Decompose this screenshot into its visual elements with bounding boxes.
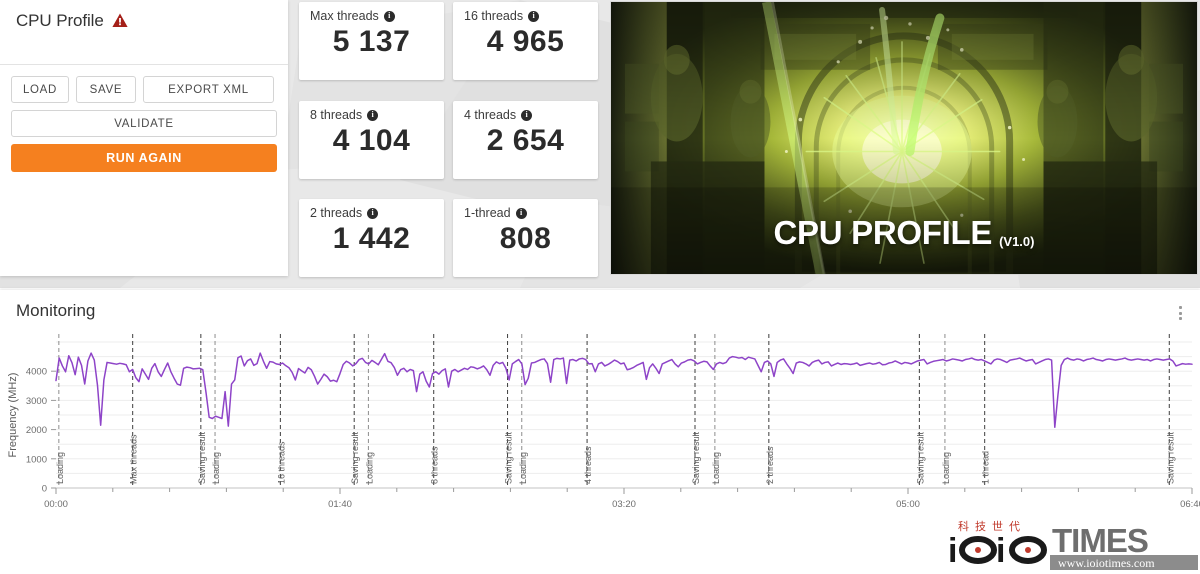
y-tick-label: 2000 (26, 425, 47, 436)
event-marker-label: Saving result (1165, 431, 1175, 484)
score-card-label-text: 2 threads (310, 206, 363, 220)
score-card-value: 4 965 (486, 25, 565, 58)
score-card-16-threads[interactable]: 16 threads i 4 965 (453, 2, 598, 80)
y-axis-title: Frequency (MHz) (7, 373, 19, 458)
event-marker-label: 4 threads (583, 446, 593, 484)
event-marker-label: Loading (211, 452, 221, 484)
top-section: CPU Profile LOAD SAVE EXPORT XML VALIDAT… (0, 0, 1200, 288)
event-marker-label: Saving result (915, 431, 925, 484)
kebab-menu-icon[interactable] (1172, 304, 1188, 322)
x-tick-label: 01:40 (328, 499, 352, 510)
info-icon[interactable]: i (367, 109, 379, 121)
info-icon[interactable]: i (515, 207, 527, 219)
action-button-row: LOAD SAVE EXPORT XML (11, 76, 277, 103)
svg-text:i: i (996, 532, 1005, 570)
score-card-label-text: 4 threads (464, 108, 517, 122)
score-card-value: 808 (499, 222, 552, 255)
score-card-value: 4 104 (332, 124, 411, 157)
x-tick-label: 05:00 (896, 499, 920, 510)
chart-svg: 0 1000 2000 3000 4000 Frequency (MHz) 00:00 01:… (7, 334, 1200, 510)
watermark-ioio-logo: i i (948, 532, 1047, 570)
score-card-label-text: 16 threads (464, 9, 524, 23)
score-card-label: Max threads i (310, 9, 444, 23)
event-marker-label: 16 threads (276, 441, 286, 484)
load-button[interactable]: LOAD (11, 76, 69, 103)
score-card-2-threads[interactable]: 2 threads i 1 442 (299, 199, 444, 277)
event-marker-label: 2 threads (765, 446, 775, 484)
score-card-label-text: Max threads (310, 9, 379, 23)
score-card-4-threads[interactable]: 4 threads i 2 654 (453, 101, 598, 179)
monitoring-title: Monitoring (16, 301, 96, 320)
event-marker-label: Saving result (350, 431, 360, 484)
validate-button[interactable]: VALIDATE (11, 110, 277, 137)
score-card-value: 2 654 (486, 124, 565, 157)
event-marker-label: Loading (941, 452, 951, 484)
event-marker-label: Loading (711, 452, 721, 484)
svg-text:i: i (948, 532, 957, 570)
y-tick-label: 0 (42, 484, 47, 495)
page-title: CPU Profile (16, 11, 104, 30)
warning-triangle-icon (112, 13, 128, 33)
save-button[interactable]: SAVE (76, 76, 136, 103)
score-card-label: 16 threads i (464, 9, 598, 23)
hero-title-group: CPU PROFILE (V1.0) (611, 214, 1197, 252)
monitoring-panel: Monitoring 0 1000 2000 3000 4000 Frequency (M… (0, 290, 1200, 574)
event-marker-label: Saving result (197, 431, 207, 484)
result-panel-header: CPU Profile (0, 0, 288, 65)
event-marker-label: Max threads (129, 434, 139, 484)
score-card-8-threads[interactable]: 8 threads i 4 104 (299, 101, 444, 179)
event-marker-label: Saving result (504, 431, 514, 484)
export-xml-button[interactable]: EXPORT XML (143, 76, 274, 103)
score-card-value: 5 137 (332, 25, 411, 58)
monitoring-chart[interactable]: 0 1000 2000 3000 4000 Frequency (MHz) 00:00 01:… (0, 328, 1200, 528)
event-marker-label: Loading (364, 452, 374, 484)
score-card-1-thread[interactable]: 1-thread i 808 (453, 199, 598, 277)
event-marker-label: Loading (518, 452, 528, 484)
y-tick-label: 1000 (26, 454, 47, 465)
score-card-label: 1-thread i (464, 206, 598, 220)
score-card-label: 4 threads i (464, 108, 598, 122)
event-marker-label: Saving result (691, 431, 701, 484)
info-icon[interactable]: i (367, 207, 379, 219)
frequency-line (55, 352, 1193, 429)
info-icon[interactable]: i (521, 109, 533, 121)
x-tick-label: 06:40 (1180, 499, 1200, 510)
x-tick-label: 00:00 (44, 499, 68, 510)
result-panel-actions: LOAD SAVE EXPORT XML VALIDATE RUN AGAIN (0, 65, 288, 172)
score-card-label-text: 8 threads (310, 108, 363, 122)
score-card-label: 2 threads i (310, 206, 444, 220)
info-icon[interactable]: i (528, 10, 540, 22)
score-card-grid: Max threads i 5 137 16 threads i 4 965 8… (299, 0, 601, 277)
score-card-label-text: 1-thread (464, 206, 511, 220)
hero-version: (V1.0) (999, 234, 1035, 249)
cpu-profile-page: CPU Profile LOAD SAVE EXPORT XML VALIDAT… (0, 0, 1200, 574)
y-tick-label: 3000 (26, 396, 47, 407)
score-card-label: 8 threads i (310, 108, 444, 122)
event-marker-label: 8 threads (430, 446, 440, 484)
watermark-url-text: www.ioiotimes.com (1058, 556, 1155, 570)
run-again-button[interactable]: RUN AGAIN (11, 144, 277, 172)
x-tick-label: 03:20 (612, 499, 636, 510)
y-tick-label: 4000 (26, 367, 47, 378)
score-card-max-threads[interactable]: Max threads i 5 137 (299, 2, 444, 80)
info-icon[interactable]: i (383, 10, 395, 22)
score-card-value: 1 442 (332, 222, 411, 255)
event-marker-label: Loading (55, 452, 65, 484)
benchmark-hero-image[interactable]: CPU PROFILE (V1.0) (610, 1, 1198, 275)
event-marker-label: 1 thread (981, 451, 991, 484)
result-panel: CPU Profile LOAD SAVE EXPORT XML VALIDAT… (0, 0, 288, 276)
hero-title: CPU PROFILE (773, 214, 993, 251)
